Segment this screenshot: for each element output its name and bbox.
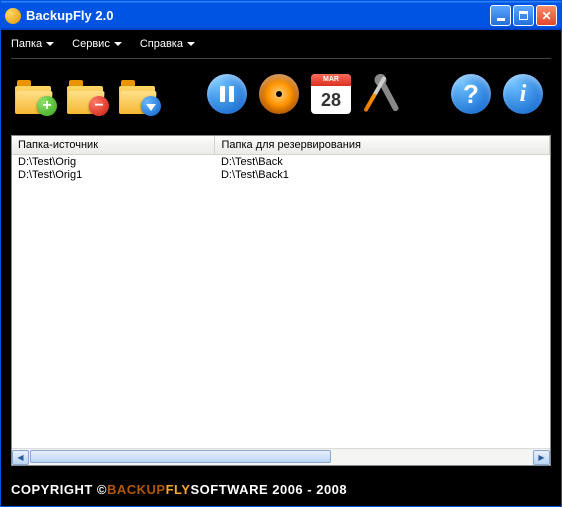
info-icon: i (520, 81, 527, 108)
footer-copyright: COPYRIGHT © (11, 482, 107, 497)
horizontal-scrollbar: ◀ ▶ (12, 448, 550, 465)
app-window: BackupFly 2.0 ✕ Папка Сервис Справка + − (0, 0, 562, 507)
menu-folder-label: Папка (11, 38, 42, 50)
download-folder-button[interactable] (119, 74, 159, 114)
menubar: Папка Сервис Справка (1, 30, 561, 58)
maximize-icon (519, 11, 528, 20)
burn-button[interactable] (259, 74, 299, 114)
menu-folder[interactable]: Папка (11, 38, 54, 50)
cell-source: D:\Test\Orig1 (12, 168, 215, 181)
titlebar[interactable]: BackupFly 2.0 ✕ (1, 1, 561, 30)
col-dest-header[interactable]: Папка для резервирования (215, 136, 550, 155)
calendar-month: MAR (311, 74, 351, 86)
app-icon (5, 8, 21, 24)
folders-table: Папка-источник Папка для резервирования … (12, 136, 550, 181)
footer-brand-part1: BACKUP (107, 482, 166, 497)
scroll-right-button[interactable]: ▶ (533, 450, 550, 465)
cell-dest: D:\Test\Back (215, 155, 550, 169)
close-icon: ✕ (541, 9, 551, 23)
scroll-left-button[interactable]: ◀ (12, 450, 29, 465)
table-row[interactable]: D:\Test\Orig1 D:\Test\Back1 (12, 168, 550, 181)
pause-icon (220, 86, 234, 102)
table-row[interactable]: D:\Test\Orig D:\Test\Back (12, 155, 550, 169)
maximize-button[interactable] (513, 5, 534, 26)
menu-help-label: Справка (140, 38, 183, 50)
download-badge-icon (141, 96, 161, 116)
chevron-left-icon: ◀ (17, 453, 23, 462)
table-wrap[interactable]: Папка-источник Папка для резервирования … (12, 136, 550, 448)
minus-badge-icon: − (89, 96, 109, 116)
about-button[interactable]: i (503, 74, 543, 114)
minimize-icon (497, 18, 505, 21)
remove-folder-button[interactable]: − (67, 74, 107, 114)
add-folder-button[interactable]: + (15, 74, 55, 114)
cell-source: D:\Test\Orig (12, 155, 215, 169)
chevron-right-icon: ▶ (538, 453, 544, 462)
footer: COPYRIGHT © BACKUPFLY SOFTWARE 2006 - 20… (1, 472, 561, 506)
window-title: BackupFly 2.0 (26, 8, 490, 23)
calendar-day: 28 (311, 86, 351, 114)
cell-dest: D:\Test\Back1 (215, 168, 550, 181)
menu-service-label: Сервис (72, 38, 110, 50)
plus-badge-icon: + (37, 96, 57, 116)
help-button[interactable]: ? (451, 74, 491, 114)
chevron-down-icon (46, 42, 54, 46)
footer-brand-part2: FLY (166, 482, 191, 497)
minimize-button[interactable] (490, 5, 511, 26)
toolbar: + − MAR 28 ? (1, 65, 561, 123)
menu-separator (11, 58, 551, 59)
menu-service[interactable]: Сервис (72, 38, 122, 50)
footer-rest: SOFTWARE 2006 - 2008 (190, 482, 347, 497)
col-source-header[interactable]: Папка-источник (12, 136, 215, 155)
help-icon: ? (463, 79, 479, 110)
menu-help[interactable]: Справка (140, 38, 195, 50)
content-area: Папка-источник Папка для резервирования … (11, 135, 551, 466)
pause-button[interactable] (207, 74, 247, 114)
settings-button[interactable] (363, 74, 403, 114)
chevron-down-icon (114, 42, 122, 46)
scroll-track[interactable] (30, 450, 532, 465)
scroll-thumb[interactable] (30, 450, 331, 463)
chevron-down-icon (187, 42, 195, 46)
close-button[interactable]: ✕ (536, 5, 557, 26)
schedule-button[interactable]: MAR 28 (311, 74, 351, 114)
